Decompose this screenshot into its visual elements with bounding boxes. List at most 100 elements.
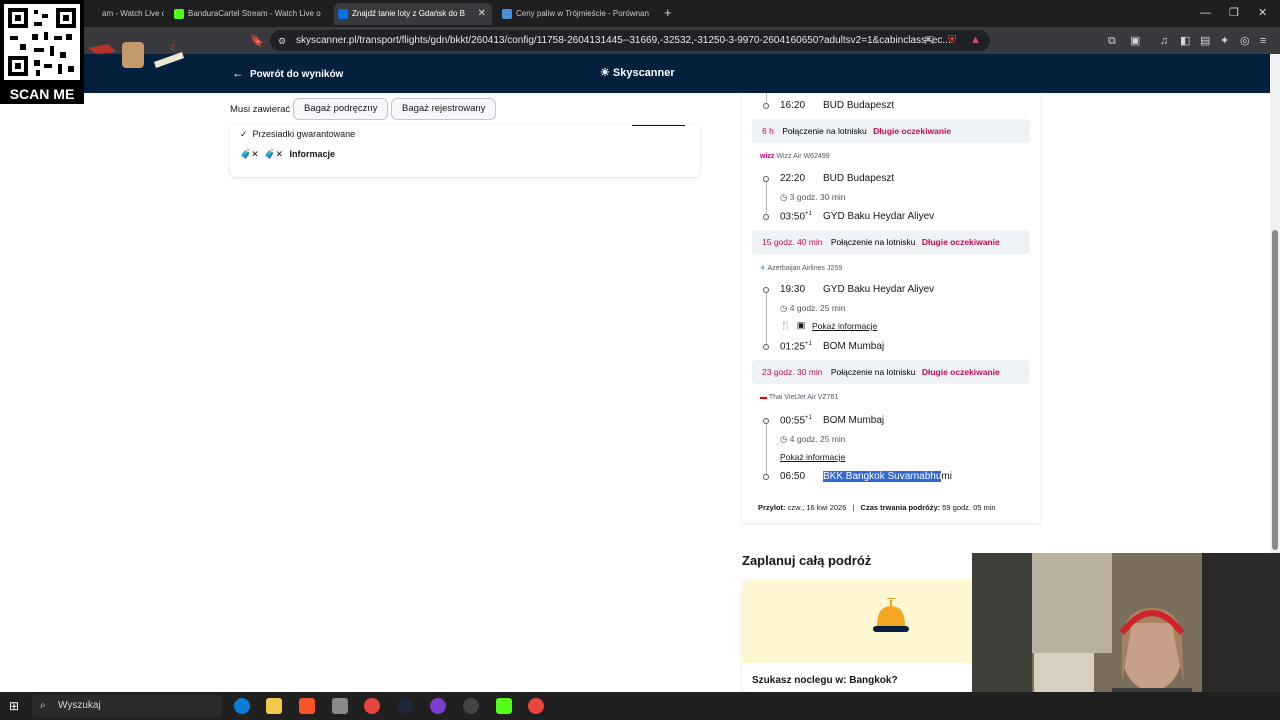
stop0-time: 16:20 [780,100,806,111]
close-window-icon[interactable]: ✕ [1258,6,1267,20]
wizz-air-logo-icon: wizz [760,153,777,160]
app-icon[interactable] [332,698,348,714]
taskbar-search-input[interactable]: ⌕ Wyszukaj [32,695,222,717]
seg2-dep-time: 19:30 [780,284,806,295]
new-tab-icon[interactable]: + [664,6,672,20]
arrival-dot [763,344,769,350]
bookmark-icon[interactable]: 🔖 [250,34,264,48]
qr-code-image [4,4,80,80]
edge-icon[interactable] [234,698,250,714]
departure-dot [763,287,769,293]
seg2-duration: ◷ 4 godz. 25 min [780,303,846,313]
back-to-results-button[interactable]: ← Powrót do wyników [232,66,343,80]
seg3-duration: ◷ 4 godz. 25 min [780,434,846,444]
segment1-airline: wizz Wizz Air W62499 [760,153,830,160]
brave-icon[interactable] [299,698,315,714]
route-line [766,178,767,216]
seg3-arr-place: BKK Bangkok Suvarnabhumi [823,471,952,482]
seg2-arr-place: BOM Mumbaj [823,341,885,352]
site-settings-icon[interactable]: ⚙ [278,34,286,48]
address-bar-row: 🔖 ⚙ skyscanner.pl/transport/flights/gdn/… [0,27,1280,54]
sidebar-panel-icon[interactable]: ▣ [1130,34,1140,48]
tab-fuel-prices[interactable]: Ceny paliw w Trójmieście - Porównan [498,3,656,25]
search-icon: ⌕ [40,700,46,711]
cabin-bag-excluded-icon: 🧳✕ [240,149,259,159]
baggage-info-row[interactable]: 🧳✕ 🧳✕ Informacje [240,149,335,160]
divider [632,125,685,126]
seg3-show-info-link[interactable]: Pokaż informacje [780,452,845,462]
kick-icon [174,9,184,19]
seg2-amenities: 🍴 ▣ [780,320,805,331]
arrival-dot [763,474,769,480]
brave-shields-icon[interactable]: ⛨ [948,33,956,47]
route-line [766,420,767,476]
url-input[interactable]: ⚙ skyscanner.pl/transport/flights/gdn/bk… [270,30,990,51]
steam-icon[interactable] [397,698,413,714]
clock-icon: ◷ [780,434,790,444]
site-header: ← Powrót do wyników ☀ Skyscanner [0,54,1270,93]
entertainment-icon: ▣ [796,320,806,330]
seg3-dep-time: 00:55+1 [780,415,812,427]
close-tab-icon[interactable]: ✕ [478,3,486,25]
menu-icon[interactable]: ≡ [1260,34,1266,48]
segment2-airline: ✈ Azerbaijan Airlines J259 [760,265,843,272]
tab-skyscanner[interactable]: Znajdź tanie loty z Gdańsk do B ✕ [334,3,492,25]
browser-tab-bar: am - Watch Live on K BanduraCartel Strea… [0,0,1280,27]
file-explorer-icon[interactable] [266,698,282,714]
sunrise-icon: ☀ [600,67,610,79]
connection-1: 6 h Połączenie na lotnisku Długie oczeki… [752,119,1030,143]
departure-dot [763,176,769,182]
plan-trip-heading: Zaplanuj całą podróż [742,553,872,568]
scan-me-label: SCAN ME [9,86,75,102]
seg1-dep-time: 22:20 [780,173,806,184]
fuel-favicon-icon [502,9,512,19]
segment3-airline: ▬ Thai VietJet Air VZ761 [760,394,839,401]
tab-kick-stream[interactable]: am - Watch Live on K [84,3,164,25]
windows-taskbar: ⊞ ⌕ Wyszukaj [0,692,1280,720]
must-include-label: Musi zawierać [230,104,291,115]
seg1-duration: ◷ 3 godz. 30 min [780,192,846,202]
app-icon-2[interactable] [463,698,479,714]
seg2-show-info-link[interactable]: Pokaż informacje [812,321,877,331]
qr-code-overlay: SCAN ME [0,0,84,104]
reader-icon[interactable]: ◧ [1180,34,1190,48]
windows-start-icon[interactable]: ⊞ [9,699,19,713]
seg3-dep-place: BOM Mumbaj [823,415,885,426]
reception-bell-icon [873,598,909,632]
arrow-left-icon: ← [232,66,244,80]
skyscanner-logo[interactable]: ☀ Skyscanner [600,66,675,79]
obs-icon[interactable] [430,698,446,714]
departure-dot [763,418,769,424]
seg2-dep-place: GYD Baku Heydar Aliyev [823,284,935,295]
kick-app-icon[interactable] [496,698,512,714]
chrome-icon-2[interactable] [528,698,544,714]
cabin-baggage-filter-chip[interactable]: Bagaż podręczny [293,98,389,120]
flight-summary-card: ✓ Przesiadki gwarantowane 🧳✕ 🧳✕ Informacj… [230,125,700,177]
route-line [766,289,767,346]
trip-summary: Przylot: czw., 16 kwi 2026 | Czas trwani… [758,503,996,512]
brave-rewards-icon[interactable]: ▲ [970,33,981,47]
seg1-arr-place: GYD Baku Heydar Aliyev [823,211,935,222]
wallet-icon[interactable]: ▤ [1200,34,1210,48]
minimize-icon[interactable]: — [1200,6,1211,20]
checked-baggage-filter-chip[interactable]: Bagaż rejestrowany [391,98,497,120]
hotel-promo-text: Szukasz noclegu w: Bangkok? [752,675,898,686]
stop0-place: BUD Budapeszt [823,100,895,111]
extensions-icon[interactable]: ⧉ [1108,34,1116,48]
tab-bandura-stream[interactable]: BanduraCartel Stream - Watch Live o [170,3,328,25]
leo-ai-icon[interactable]: ✦ [1220,34,1229,48]
checked-bag-excluded-icon: 🧳✕ [264,149,284,159]
media-icon[interactable]: ♫ [1160,34,1168,48]
seg2-arr-time: 01:25+1 [780,341,812,353]
chrome-icon[interactable] [364,698,380,714]
clock-icon: ◷ [780,303,790,313]
maximize-icon[interactable]: ❐ [1229,6,1239,20]
seg1-arr-time: 03:50+1 [780,211,812,223]
share-icon[interactable]: ⇱ [925,34,934,48]
scrollbar-thumb[interactable] [1272,230,1278,550]
route-line [766,93,767,103]
vpn-icon[interactable]: ◎ [1240,34,1250,48]
connection-2: 15 godz. 40 min Połączenie na lotnisku D… [752,230,1030,254]
connection-3: 23 godz. 30 min Połączenie na lotnisku D… [752,360,1030,384]
clock-icon: ◷ [780,192,790,202]
